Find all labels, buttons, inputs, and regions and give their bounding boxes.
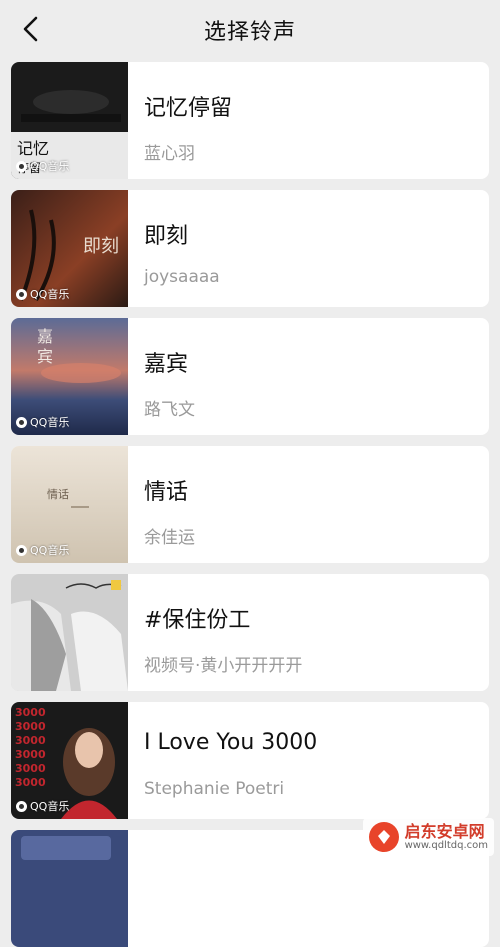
album-cover [11, 574, 128, 691]
song-artist: 视频号·黄小开开开开 [144, 656, 303, 676]
site-watermark: 启东安卓网 www.qdltdq.com [362, 818, 494, 856]
song-title: #保住份工 [144, 608, 251, 633]
album-cover: 即刻 QQ音乐 [11, 190, 128, 307]
watermark-name: 启东安卓网 [404, 821, 485, 841]
song-title: 嘉宾 [144, 352, 189, 377]
qq-music-icon [16, 800, 27, 812]
qq-music-badge: QQ音乐 [16, 542, 69, 558]
svg-text:嘉: 嘉 [37, 327, 53, 346]
song-title: 即刻 [144, 224, 189, 249]
qq-music-badge: QQ音乐 [16, 798, 69, 814]
album-cover: 情话 QQ音乐 [11, 446, 128, 563]
ringtone-item[interactable]: 情话 QQ音乐 情话 余佳运 [11, 446, 489, 563]
song-artist: 路飞文 [144, 400, 195, 420]
song-title: 记忆停留 [144, 96, 233, 121]
svg-text:3000: 3000 [15, 706, 46, 719]
svg-text:宾: 宾 [37, 347, 53, 366]
ringtone-item[interactable]: #保住份工 视频号·黄小开开开开 [11, 574, 489, 691]
svg-text:记忆: 记忆 [17, 139, 49, 158]
qq-music-badge: QQ音乐 [16, 414, 69, 430]
ringtone-item[interactable]: 即刻 QQ音乐 即刻 joysaaaa [11, 190, 489, 307]
svg-text:3000: 3000 [15, 776, 46, 789]
qq-music-icon [16, 288, 27, 300]
svg-text:3000: 3000 [15, 734, 46, 747]
song-artist: 余佳运 [144, 528, 195, 548]
ringtone-item[interactable]: 嘉 宾 QQ音乐 嘉宾 路飞文 [11, 318, 489, 435]
site-logo-icon [368, 822, 399, 852]
top-bar: 选择铃声 [0, 0, 500, 58]
album-cover: 记忆 停留 QQ音乐 [11, 62, 128, 179]
ringtone-item[interactable]: 3000 3000 3000 3000 3000 3000 QQ音乐 I Lov… [11, 702, 489, 819]
song-title: I Love You 3000 [144, 730, 318, 755]
song-title: 情话 [144, 480, 189, 505]
album-cover: 3000 3000 3000 3000 3000 3000 QQ音乐 [11, 702, 128, 819]
svg-text:3000: 3000 [15, 720, 46, 733]
song-artist: Stephanie Poetri [144, 779, 285, 799]
qq-music-badge: QQ音乐 [16, 158, 69, 174]
page-title: 选择铃声 [203, 20, 296, 45]
album-cover: 嘉 宾 QQ音乐 [11, 318, 128, 435]
watermark-url: www.qdltdq.com [404, 840, 488, 852]
svg-text:即刻: 即刻 [83, 236, 119, 257]
svg-text:3000: 3000 [15, 762, 46, 775]
svg-text:3000: 3000 [15, 748, 46, 761]
ringtone-item[interactable]: 记忆 停留 QQ音乐 记忆停留 蓝心羽 [11, 62, 489, 179]
qq-music-icon [16, 416, 27, 428]
album-cover [11, 830, 128, 947]
qq-music-icon [16, 544, 27, 556]
qq-music-badge: QQ音乐 [16, 286, 69, 302]
song-artist: 蓝心羽 [144, 144, 195, 164]
svg-text:情话: 情话 [47, 488, 69, 501]
song-artist: joysaaaa [144, 267, 220, 287]
qq-music-icon [16, 160, 27, 172]
